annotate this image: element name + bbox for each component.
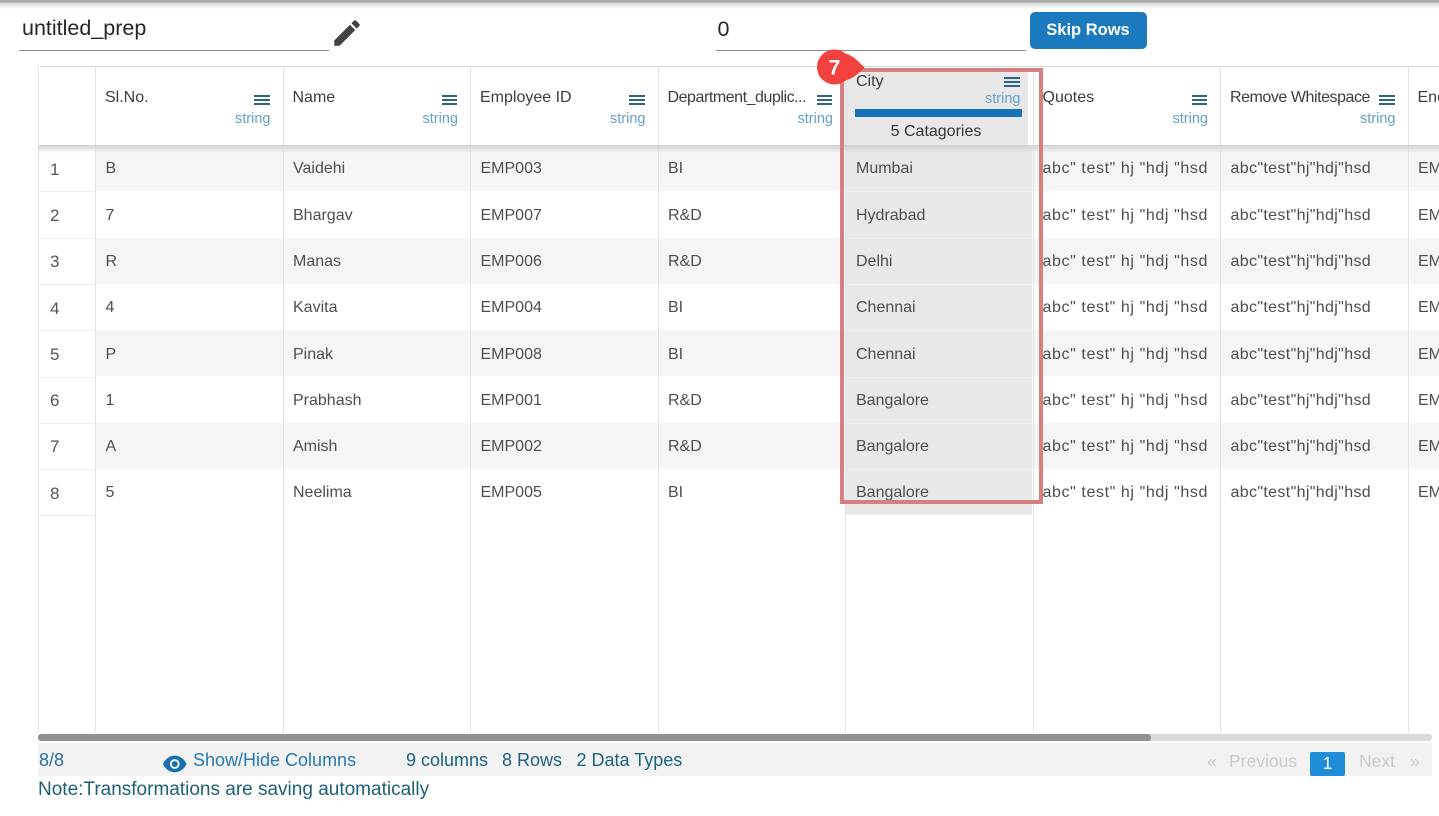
svg-text:7: 7 [829,57,841,80]
